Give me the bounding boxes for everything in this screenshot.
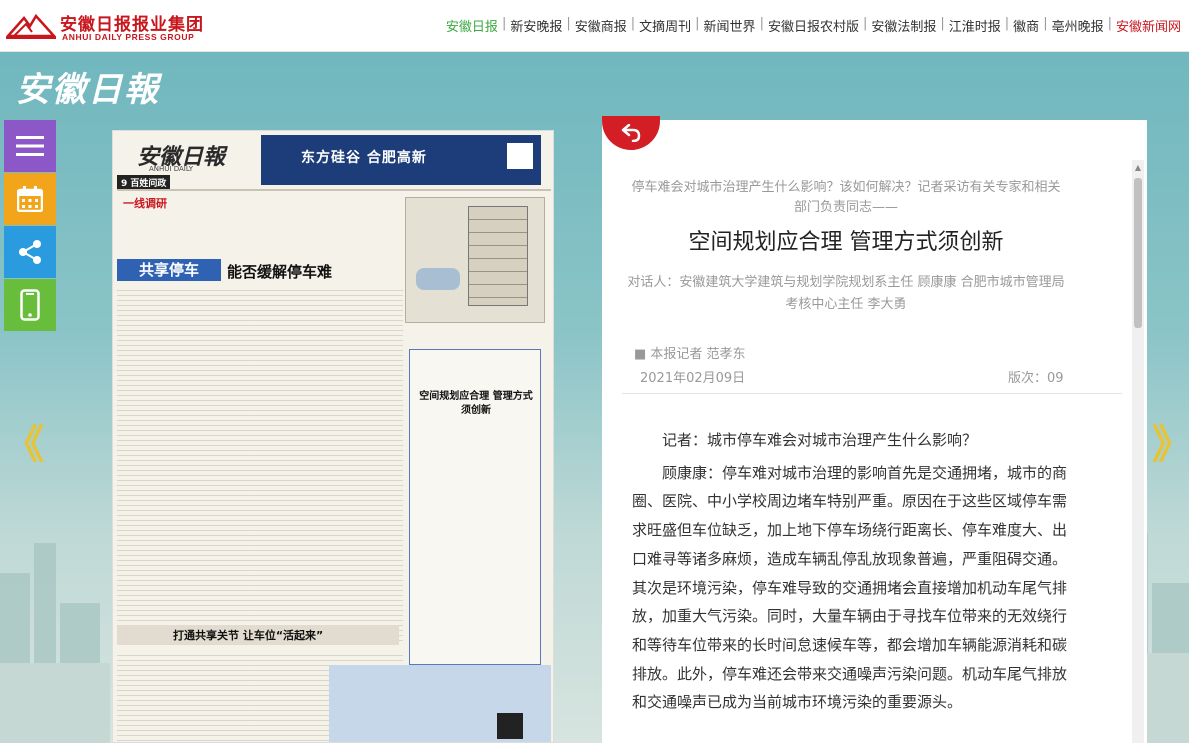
article-date: 2021年02月09日: [640, 371, 746, 386]
nav-item[interactable]: 安徽日报: [446, 16, 498, 35]
menu-icon: [16, 136, 44, 156]
paper-masthead-en: ANHUI DAILY: [149, 165, 194, 173]
nav-item[interactable]: 新闻世界: [704, 16, 756, 35]
article-divider: [622, 393, 1122, 394]
nav-separator: |: [695, 16, 700, 31]
paper-inset-title: 空间规划应合理 管理方式须创新: [419, 391, 533, 416]
nav-item[interactable]: 江淮时报: [949, 16, 1001, 35]
nav-separator: |: [566, 16, 571, 31]
band-masthead: 安徽日報: [16, 70, 160, 110]
nav-item[interactable]: 新安晚报: [510, 16, 562, 35]
qr-code-icon: [507, 143, 533, 169]
nav-item[interactable]: 亳州晚报: [1052, 16, 1104, 35]
nav-separator: |: [940, 16, 945, 31]
article-scrollbar[interactable]: ▲: [1132, 160, 1144, 743]
article-panel: 停车难会对城市治理产生什么影响？该如何解决？记者采访有关专家和相关部门负责同志—…: [602, 116, 1147, 743]
nav-separator: |: [1043, 16, 1048, 31]
article-page-number: 版次：09: [1008, 371, 1064, 386]
nav-item[interactable]: 文摘周刊: [639, 16, 691, 35]
back-arrow-icon: [621, 124, 641, 142]
logo-mark-icon: [6, 13, 56, 39]
side-toolbar: [4, 120, 56, 332]
nav-separator: |: [759, 16, 764, 31]
paper-ad-banner: 东方硅谷 合肥高新: [261, 135, 541, 185]
paper-inset-box: 空间规划应合理 管理方式须创新: [409, 349, 541, 665]
nav-item[interactable]: 安徽日报农村版: [768, 16, 859, 35]
paper-headline: 能否缓解停车难: [227, 263, 333, 281]
newspaper-page-image[interactable]: 安徽日報 ANHUI DAILY 9 百姓问政 东方硅谷 合肥高新 一线调研 共…: [112, 130, 554, 743]
nav-separator: |: [501, 16, 507, 31]
paper-body-text: [117, 286, 403, 641]
mobile-button[interactable]: [4, 279, 56, 331]
nav-separator: |: [862, 16, 868, 31]
paper-illustration: [405, 197, 545, 323]
paper-headline-prefix: 共享停车: [117, 259, 221, 281]
nav-separator: |: [1107, 16, 1112, 31]
article-subtitle: 停车难会对城市治理产生什么影响？该如何解决？记者采访有关专家和相关部门负责同志—…: [631, 180, 1061, 215]
logo-text-en: ANHUI DAILY PRESS GROUP: [62, 32, 195, 42]
calendar-icon: [17, 186, 43, 212]
article-paragraph: 顾康康：停车难对城市治理的影响首先是交通拥堵，城市的商圈、医院、中小学校周边堵车…: [632, 463, 1068, 712]
paper-bottom-headline: 打通共享关节 让车位“活起来”: [173, 629, 324, 642]
top-bar: 安徽日报报业集团 ANHUI DAILY PRESS GROUP 安徽日报 | 新安…: [0, 0, 1189, 52]
share-button[interactable]: [4, 226, 56, 278]
paper-column-tag: 一线调研: [123, 197, 167, 210]
next-page-arrow[interactable]: 》: [1152, 412, 1189, 470]
nav-item[interactable]: 安徽新闻网: [1116, 16, 1181, 35]
back-button[interactable]: [602, 116, 660, 150]
paper-section: 9 百姓问政: [117, 175, 171, 190]
article-body: 记者：城市停车难会对城市治理产生什么影响？ 顾康康：停车难对城市治理的影响首先是…: [632, 426, 1067, 721]
article-title: 空间规划应合理 管理方式须创新: [688, 230, 1004, 255]
nav-separator: |: [1004, 16, 1010, 31]
article-paragraph: 记者：城市停车难会对城市治理产生什么影响？: [662, 431, 978, 449]
article-reporter: ■ 本报记者 范孝东: [634, 347, 746, 362]
paper-rule: [117, 189, 551, 191]
menu-button[interactable]: [4, 120, 56, 172]
scroll-thumb[interactable]: [1134, 178, 1142, 328]
nav-item[interactable]: 徽商: [1013, 16, 1039, 35]
nav-item[interactable]: 安徽法制报: [871, 16, 936, 35]
scroll-up-icon[interactable]: ▲: [1132, 160, 1144, 174]
phone-icon: [20, 289, 40, 321]
nav-separator: |: [630, 16, 636, 31]
share-icon: [19, 240, 41, 264]
group-logo[interactable]: 安徽日报报业集团 ANHUI DAILY PRESS GROUP: [6, 8, 216, 44]
prev-page-arrow[interactable]: 《: [4, 412, 44, 470]
calendar-button[interactable]: [4, 173, 56, 225]
paper-qr-code-icon: [497, 713, 523, 739]
nav-item[interactable]: 安徽商报: [575, 16, 627, 35]
paper-ad-text: 东方硅谷 合肥高新: [301, 150, 427, 166]
article-speakers: 对话人：安徽建筑大学建筑与规划学院规划系主任 顾康康 合肥市城市管理局考核中心主…: [627, 275, 1065, 312]
publication-nav: 安徽日报 | 新安晚报 | 安徽商报 | 文摘周刊 | 新闻世界 | 安徽日报农村版 | 安徽法制报 | 江…: [446, 16, 1181, 35]
